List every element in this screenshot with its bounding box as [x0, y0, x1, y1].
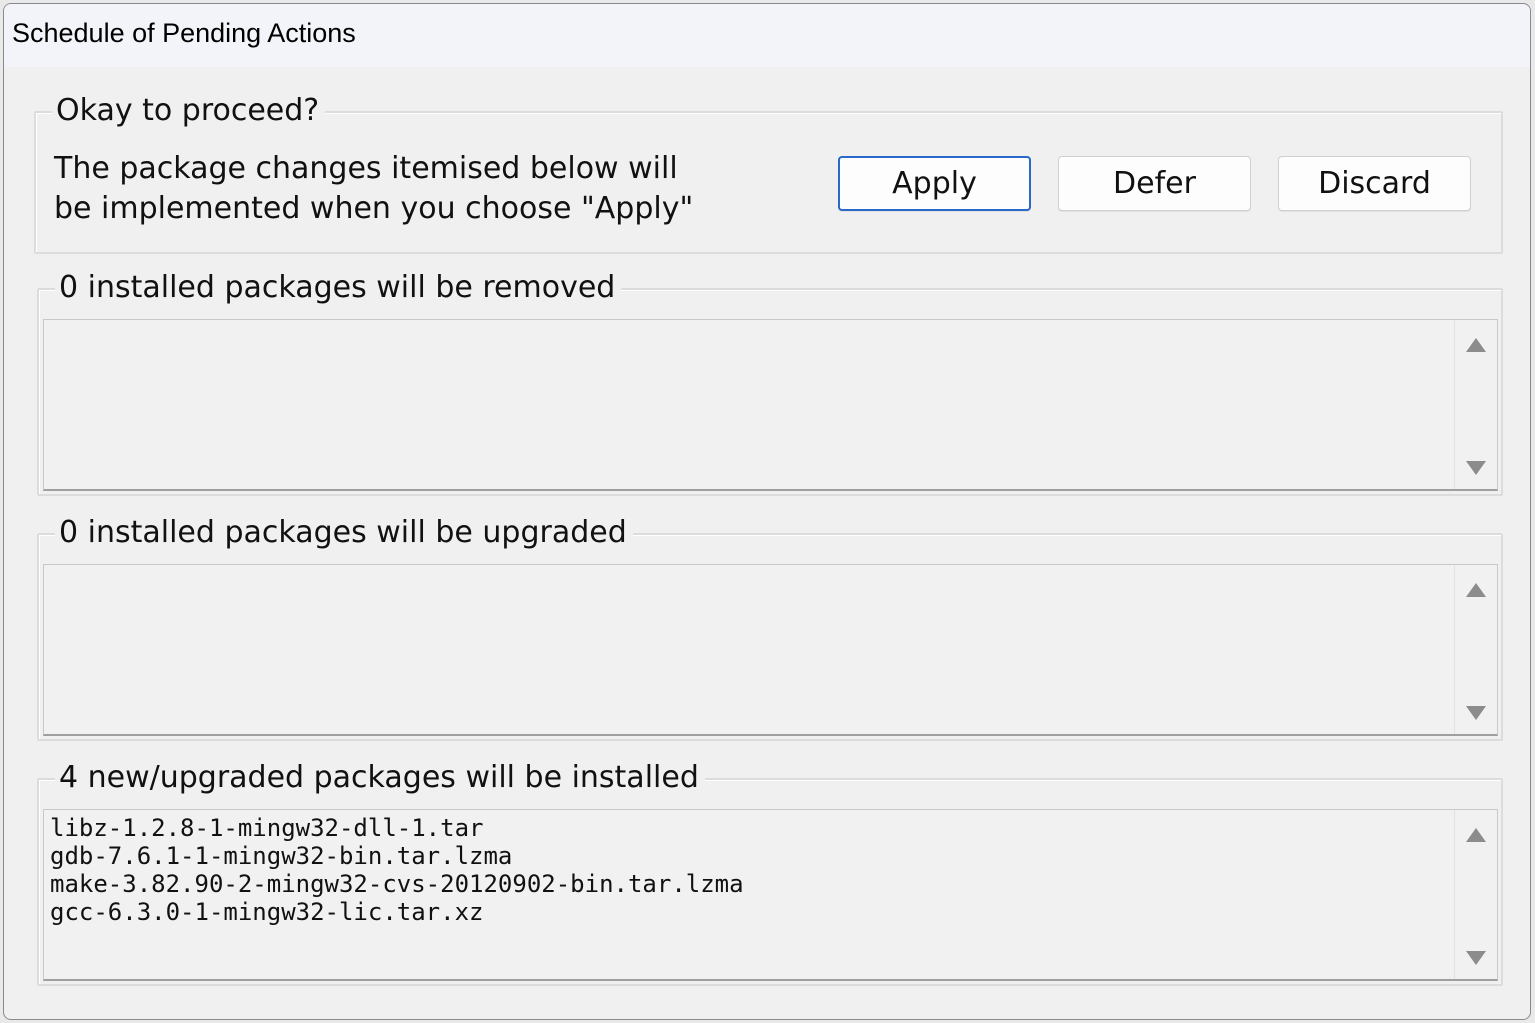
upgraded-group: 0 installed packages will be upgraded	[37, 513, 1503, 741]
list-item[interactable]: make-3.82.90-2-mingw32-cvs-20120902-bin.…	[50, 870, 1447, 898]
triangle-down-icon[interactable]	[1466, 706, 1486, 720]
removed-group: 0 installed packages will be removed	[37, 268, 1503, 496]
confirm-legend: Okay to proceed?	[52, 91, 326, 131]
list-item[interactable]: gdb-7.6.1-1-mingw32-bin.tar.lzma	[50, 842, 1447, 870]
installed-legend: 4 new/upgraded packages will be installe…	[55, 758, 705, 798]
list-item[interactable]: gcc-6.3.0-1-mingw32-lic.tar.xz	[50, 898, 1447, 926]
upgraded-legend: 0 installed packages will be upgraded	[55, 513, 633, 553]
installed-scrollbar[interactable]	[1454, 810, 1497, 979]
installed-list-items: libz-1.2.8-1-mingw32-dll-1.tar gdb-7.6.1-…	[50, 814, 1447, 926]
installed-group: 4 new/upgraded packages will be installe…	[37, 758, 1503, 986]
confirm-message-line-2: be implemented when you choose "Apply"	[54, 191, 694, 226]
confirm-group: Okay to proceed? The package changes ite…	[34, 91, 1503, 254]
upgraded-scrollbar[interactable]	[1454, 565, 1497, 734]
triangle-up-icon[interactable]	[1466, 828, 1486, 842]
title-bar[interactable]: Schedule of Pending Actions	[4, 4, 1530, 67]
removed-scrollbar[interactable]	[1454, 320, 1497, 489]
window-title: Schedule of Pending Actions	[12, 18, 356, 48]
discard-button[interactable]: Discard	[1278, 156, 1471, 211]
confirm-message-line-1: The package changes itemised below will	[54, 151, 678, 186]
pending-actions-window: Schedule of Pending Actions Okay to proc…	[3, 3, 1531, 1020]
apply-button[interactable]: Apply	[838, 156, 1031, 211]
upgraded-list[interactable]	[43, 564, 1498, 736]
triangle-down-icon[interactable]	[1466, 461, 1486, 475]
triangle-down-icon[interactable]	[1466, 951, 1486, 965]
triangle-up-icon[interactable]	[1466, 583, 1486, 597]
list-item[interactable]: libz-1.2.8-1-mingw32-dll-1.tar	[50, 814, 1447, 842]
installed-list[interactable]: libz-1.2.8-1-mingw32-dll-1.tar gdb-7.6.1-…	[43, 809, 1498, 981]
removed-legend: 0 installed packages will be removed	[55, 268, 622, 308]
removed-list[interactable]	[43, 319, 1498, 491]
triangle-up-icon[interactable]	[1466, 338, 1486, 352]
confirm-message: The package changes itemised below will …	[54, 149, 794, 229]
defer-button[interactable]: Defer	[1058, 156, 1251, 211]
